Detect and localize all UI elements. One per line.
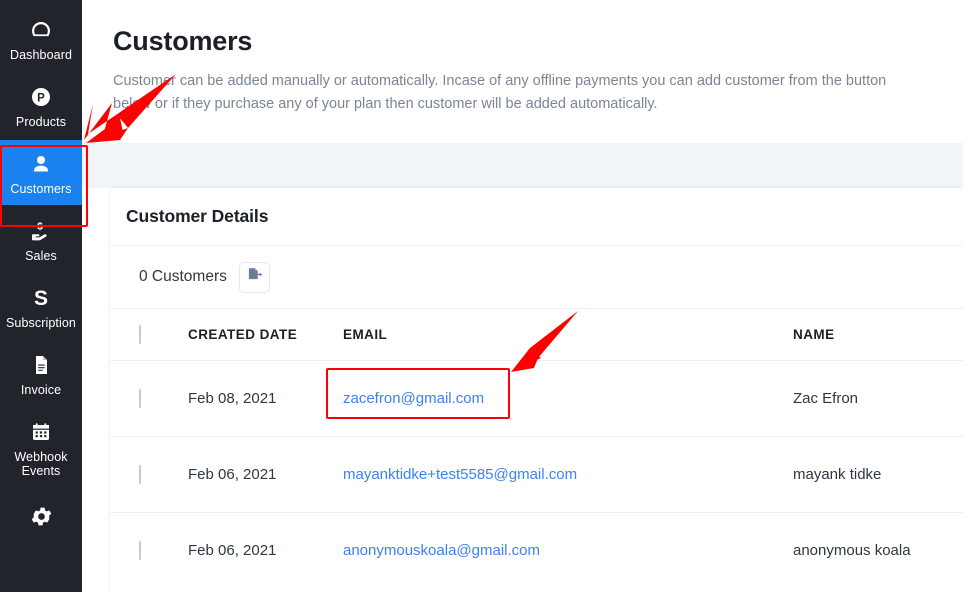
customer-details-card: Customer Details 0 Customers CREATED DAT… — [110, 188, 963, 592]
table-row: Feb 06, 2021 mayanktidke+test5585@gmail.… — [110, 436, 963, 513]
table-row: Feb 06, 2021 anonymouskoala@gmail.com an… — [110, 512, 963, 589]
sidebar-item-subscription[interactable]: S Subscription — [0, 274, 82, 339]
sidebar-item-label: Webhook Events — [14, 450, 68, 478]
gauge-icon — [2, 15, 80, 45]
sidebar-item-label: Products — [15, 115, 67, 129]
table-row: Feb 08, 2021 zacefron@gmail.com Zac Efro… — [110, 360, 963, 437]
sidebar-item-label: Sales — [25, 249, 57, 263]
column-header-label: NAME — [793, 326, 835, 342]
cell-name: anonymous koala — [793, 512, 963, 589]
sidebar-item-products[interactable]: P Products — [0, 73, 82, 138]
export-button[interactable] — [238, 261, 270, 293]
sidebar-item-label: Dashboard — [9, 48, 73, 62]
sidebar-item-label: Invoice — [20, 383, 62, 397]
calendar-icon — [2, 417, 80, 447]
column-header-label: EMAIL — [343, 326, 388, 342]
select-all-header — [110, 308, 188, 361]
page-header: Customers Customer can be added manually… — [82, 0, 963, 116]
cell-email-link[interactable]: zacefron@gmail.com — [343, 360, 793, 437]
user-icon — [2, 149, 80, 179]
s-letter-icon: S — [2, 283, 80, 313]
column-header-label: CREATED DATE — [188, 326, 298, 342]
cell-name: mayank tidke — [793, 436, 963, 513]
cell-email-link[interactable]: anonymouskoala@gmail.com — [343, 512, 793, 589]
main-content: Customers Customer can be added manually… — [82, 0, 963, 592]
column-header-email[interactable]: EMAIL — [343, 308, 793, 361]
svg-text:S: S — [34, 287, 48, 310]
cell-created-date: Feb 06, 2021 — [188, 436, 343, 513]
svg-text:P: P — [37, 93, 45, 105]
customers-table: CREATED DATE EMAIL NAME Feb 08, 2021 zac… — [110, 308, 963, 589]
cell-created-date: Feb 06, 2021 — [188, 512, 343, 589]
export-file-icon — [246, 266, 263, 288]
sidebar-item-settings[interactable] — [0, 489, 82, 543]
row-checkbox[interactable] — [139, 464, 141, 484]
customer-count-label: 0 Customers — [139, 268, 227, 285]
gear-icon — [2, 501, 80, 531]
column-header-created-date[interactable]: CREATED DATE — [188, 308, 343, 361]
section-band — [82, 143, 963, 188]
sidebar: Dashboard P Products Customers $ Sales S… — [0, 0, 82, 592]
sidebar-item-label: Subscription — [6, 316, 76, 330]
table-header-row: CREATED DATE EMAIL NAME — [110, 308, 963, 361]
sidebar-item-dashboard[interactable]: Dashboard — [0, 6, 82, 71]
sidebar-item-sales[interactable]: $ Sales — [0, 207, 82, 272]
card-title: Customer Details — [126, 206, 269, 226]
column-header-name[interactable]: NAME — [793, 308, 963, 361]
p-circle-icon: P — [2, 82, 80, 112]
document-icon — [2, 350, 80, 380]
row-checkbox[interactable] — [139, 540, 141, 560]
sidebar-item-invoice[interactable]: Invoice — [0, 341, 82, 406]
cell-email-link[interactable]: mayanktidke+test5585@gmail.com — [343, 436, 793, 513]
row-select-cell — [110, 512, 188, 589]
app-root: Dashboard P Products Customers $ Sales S… — [0, 0, 963, 592]
hand-money-icon: $ — [2, 216, 80, 246]
row-select-cell — [110, 360, 188, 437]
row-select-cell — [110, 436, 188, 513]
cell-created-date: Feb 08, 2021 — [188, 360, 343, 437]
sidebar-item-label: Customers — [10, 182, 72, 196]
page-title: Customers — [113, 26, 253, 56]
row-checkbox[interactable] — [139, 388, 141, 408]
svg-text:$: $ — [37, 222, 43, 233]
table-toolbar: 0 Customers — [110, 246, 963, 308]
card-header: Customer Details — [110, 188, 963, 246]
cell-name: Zac Efron — [793, 360, 963, 437]
page-description: Customer can be added manually or automa… — [113, 73, 887, 112]
sidebar-item-webhook-events[interactable]: Webhook Events — [0, 408, 82, 487]
select-all-checkbox[interactable] — [139, 324, 141, 344]
sidebar-item-customers[interactable]: Customers — [0, 140, 82, 205]
